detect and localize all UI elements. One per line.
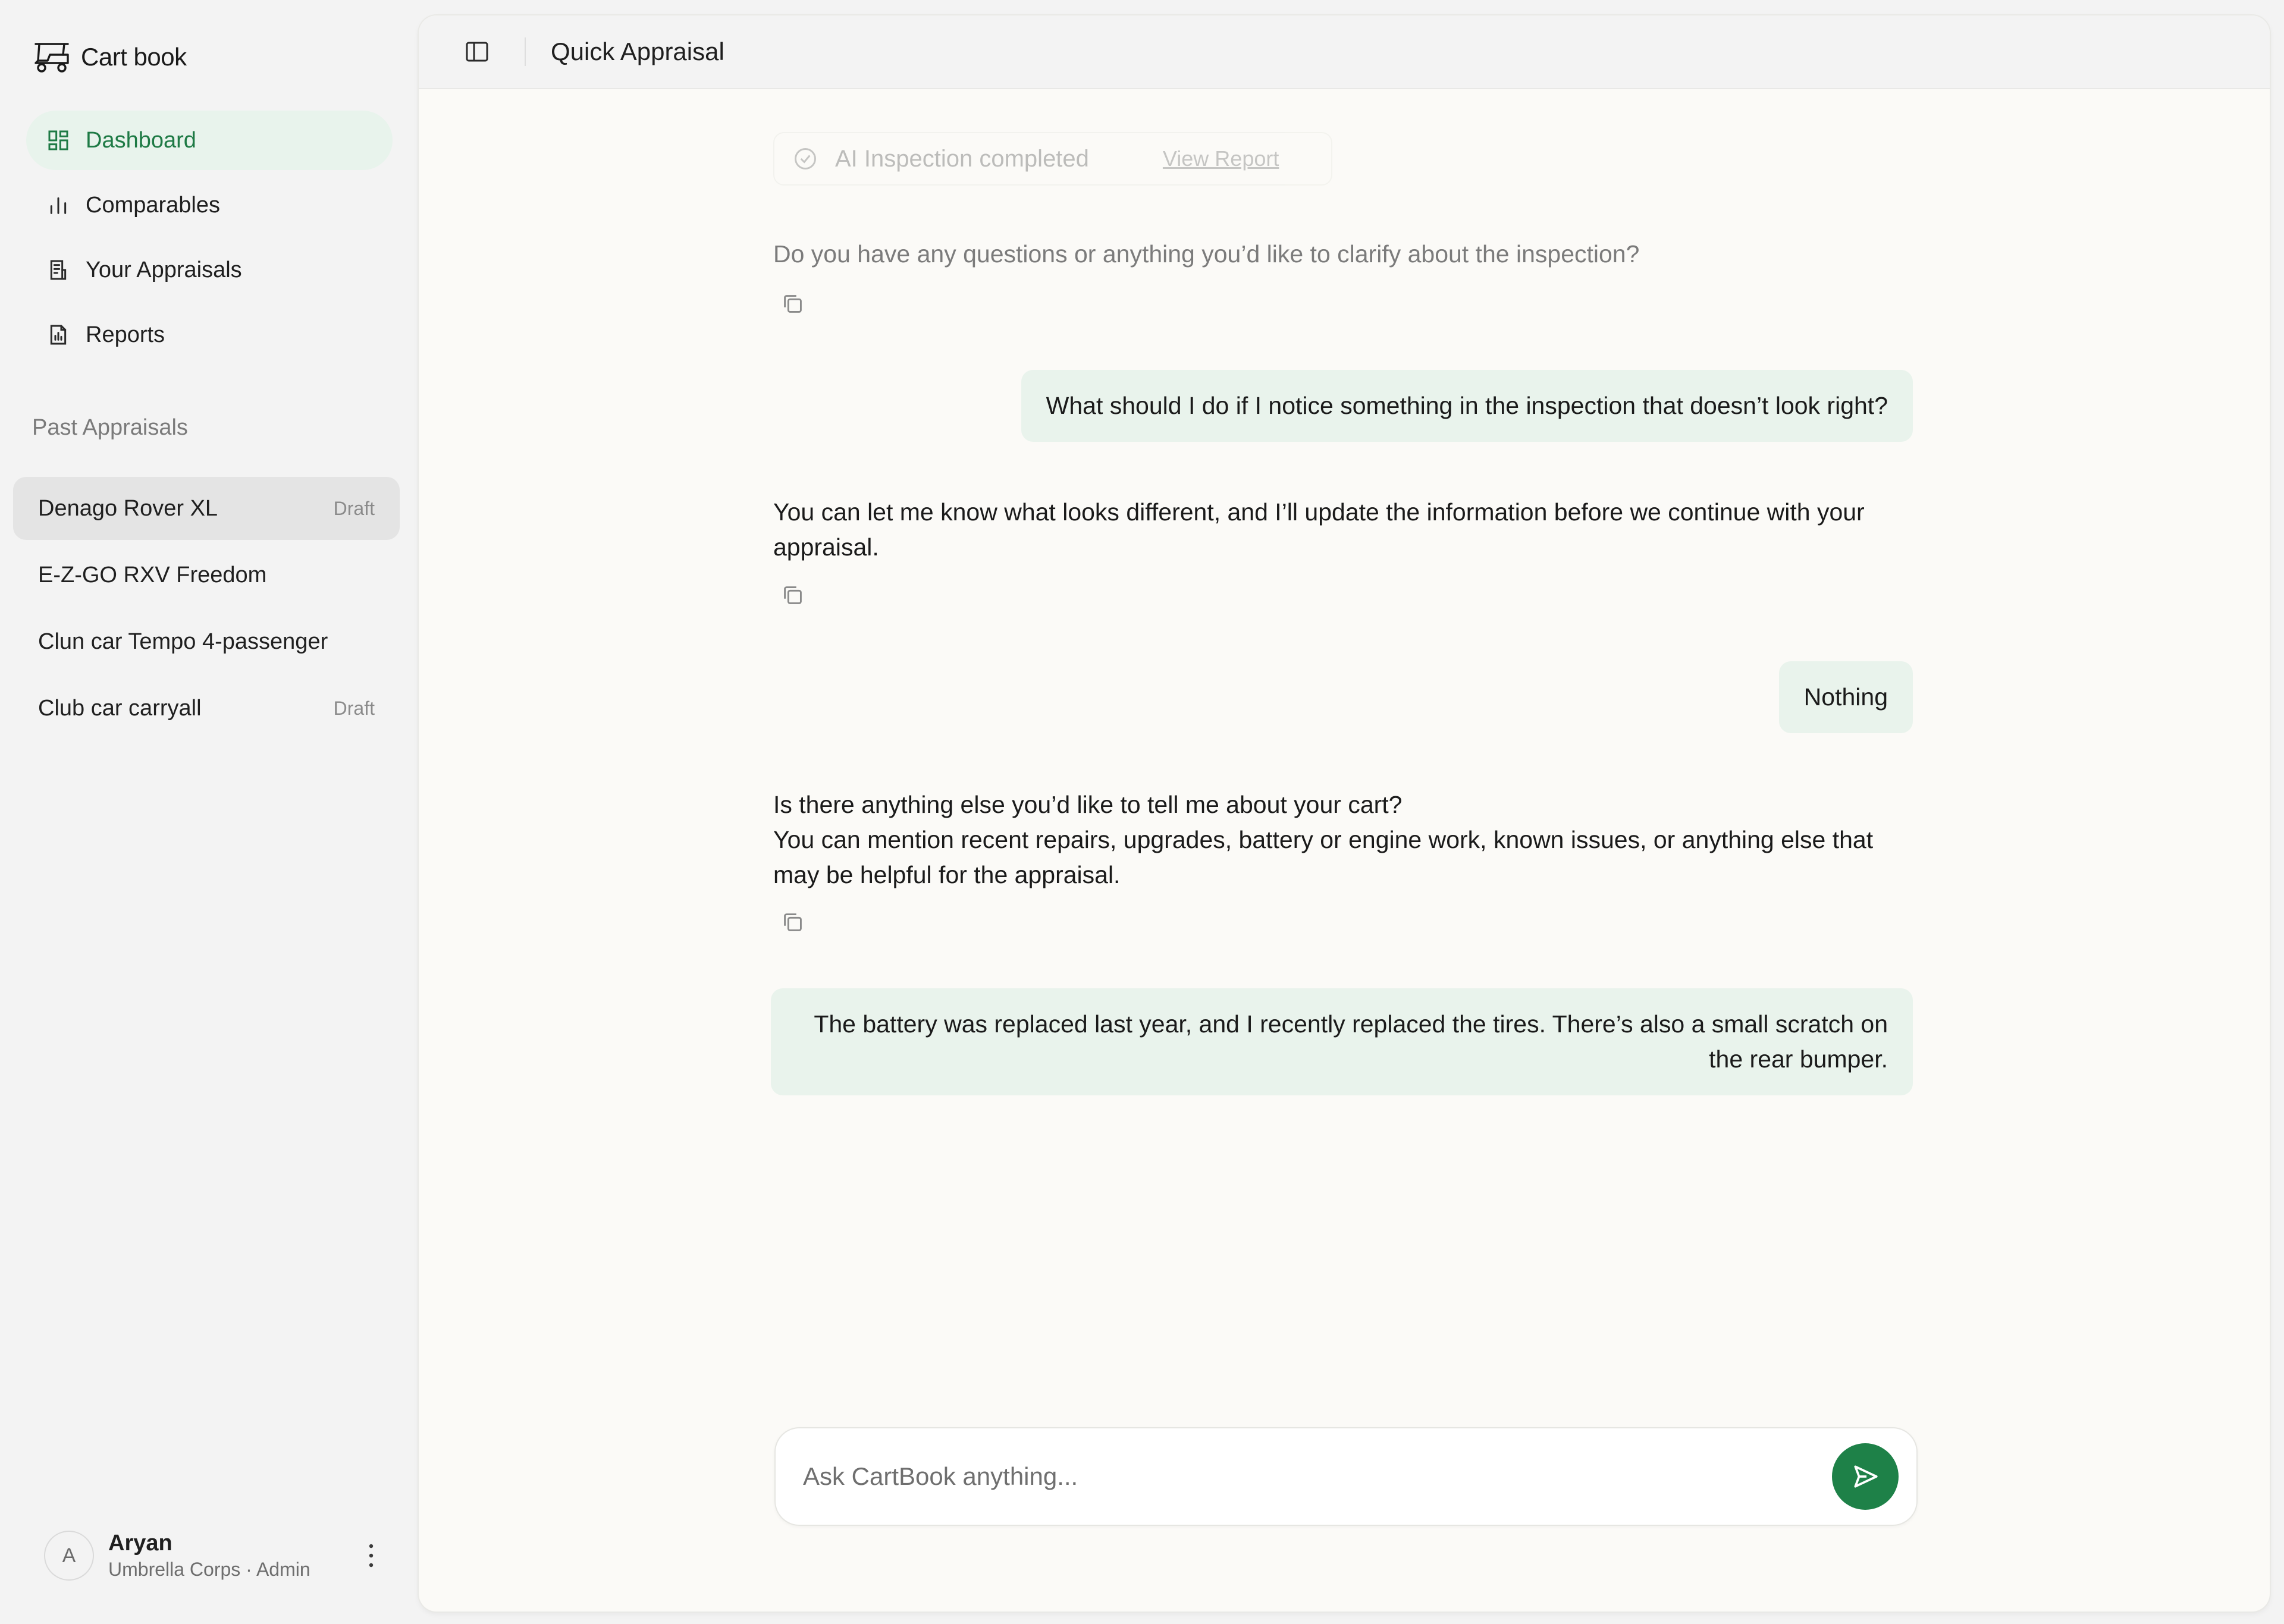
user-message: What should I do if I notice something i… — [1021, 370, 1913, 442]
chat-thread: AI Inspection completed View Report Do y… — [419, 89, 2270, 1612]
report-icon — [50, 325, 67, 345]
past-appraisal-item[interactable]: Club car carryall Draft — [13, 677, 400, 740]
nav-label: Your Appraisals — [86, 257, 242, 282]
send-icon — [1854, 1465, 1878, 1488]
nav-label: Dashboard — [86, 127, 196, 153]
top-bar: Quick Appraisal — [419, 15, 2270, 89]
copy-button[interactable] — [779, 582, 807, 609]
copy-button[interactable] — [779, 290, 807, 318]
nav-label: Comparables — [86, 192, 220, 218]
draft-badge: Draft — [333, 697, 375, 719]
main-nav: Dashboard Comparables Your Appraisals Re… — [26, 111, 393, 370]
main-panel: Quick Appraisal AI Inspection completed … — [419, 15, 2270, 1612]
user-name: Aryan — [108, 1531, 172, 1556]
nav-item-dashboard[interactable]: Dashboard — [26, 111, 393, 170]
header-divider — [525, 37, 526, 66]
user-info: Aryan Umbrella Corps · Admin — [108, 1531, 359, 1581]
assistant-message: You can let me know what looks different… — [773, 498, 1865, 561]
brand-name: Cart book — [81, 43, 187, 71]
draft-badge: Draft — [333, 497, 375, 519]
user-menu-button[interactable] — [359, 1538, 383, 1573]
sidebar-toggle-icon — [466, 42, 488, 62]
bar-chart-icon — [50, 197, 67, 214]
app-root: Cart book Dashboard Comparables Your App… — [0, 0, 2284, 1624]
copy-icon — [784, 586, 802, 604]
document-list-icon — [50, 260, 67, 280]
sidebar-toggle-button[interactable] — [464, 39, 490, 65]
send-button[interactable] — [1832, 1443, 1899, 1510]
inspection-status-text: AI Inspection completed — [835, 145, 1089, 172]
page-title: Quick Appraisal — [551, 37, 724, 65]
inspection-status-card: AI Inspection completed View Report — [773, 132, 1332, 186]
sidebar: Cart book Dashboard Comparables Your App… — [0, 0, 416, 1624]
more-vertical-icon — [369, 1544, 374, 1568]
copy-icon — [784, 295, 802, 313]
check-circle-icon — [795, 148, 816, 169]
assistant-message-line: Is there anything else you’d like to tel… — [773, 791, 1403, 818]
nav-label: Reports — [86, 322, 165, 347]
dashboard-icon — [48, 130, 68, 150]
past-appraisal-name: Denago Rover XL — [38, 495, 218, 521]
chat-input[interactable] — [803, 1462, 1832, 1491]
user-role: Umbrella Corps · Admin — [108, 1559, 310, 1580]
assistant-message: Is there anything else you’d like to tel… — [773, 787, 1921, 893]
copy-button[interactable] — [779, 909, 807, 936]
user-profile[interactable]: A Aryan Umbrella Corps · Admin — [44, 1526, 383, 1585]
assistant-message-line: You can mention recent repairs, upgrades… — [773, 826, 1874, 888]
avatar: A — [44, 1531, 94, 1581]
past-appraisal-name: E-Z-GO RXV Freedom — [38, 562, 267, 588]
nav-item-comparables[interactable]: Comparables — [26, 175, 393, 235]
view-report-link[interactable]: View Report — [1163, 146, 1279, 171]
past-appraisal-name: Club car carryall — [38, 695, 202, 721]
brand-logo[interactable]: Cart book — [32, 39, 187, 75]
past-appraisals-title: Past Appraisals — [32, 415, 188, 440]
nav-item-reports[interactable]: Reports — [26, 305, 393, 365]
copy-icon — [784, 913, 802, 931]
nav-item-your-appraisals[interactable]: Your Appraisals — [26, 240, 393, 300]
assistant-message: Do you have any questions or anything yo… — [773, 240, 1640, 268]
golf-cart-icon — [34, 43, 69, 73]
past-appraisal-name: Clun car Tempo 4-passenger — [38, 629, 328, 654]
user-message: Nothing — [1778, 661, 1913, 733]
message-composer — [774, 1427, 1918, 1526]
past-appraisal-item[interactable]: E-Z-GO RXV Freedom — [13, 544, 400, 607]
past-appraisal-item[interactable]: Clun car Tempo 4-passenger — [13, 610, 400, 673]
user-message: The battery was replaced last year, and … — [771, 988, 1913, 1095]
past-appraisal-item[interactable]: Denago Rover XL Draft — [13, 477, 400, 540]
past-appraisals-list: Denago Rover XL Draft E-Z-GO RXV Freedom… — [13, 477, 400, 743]
